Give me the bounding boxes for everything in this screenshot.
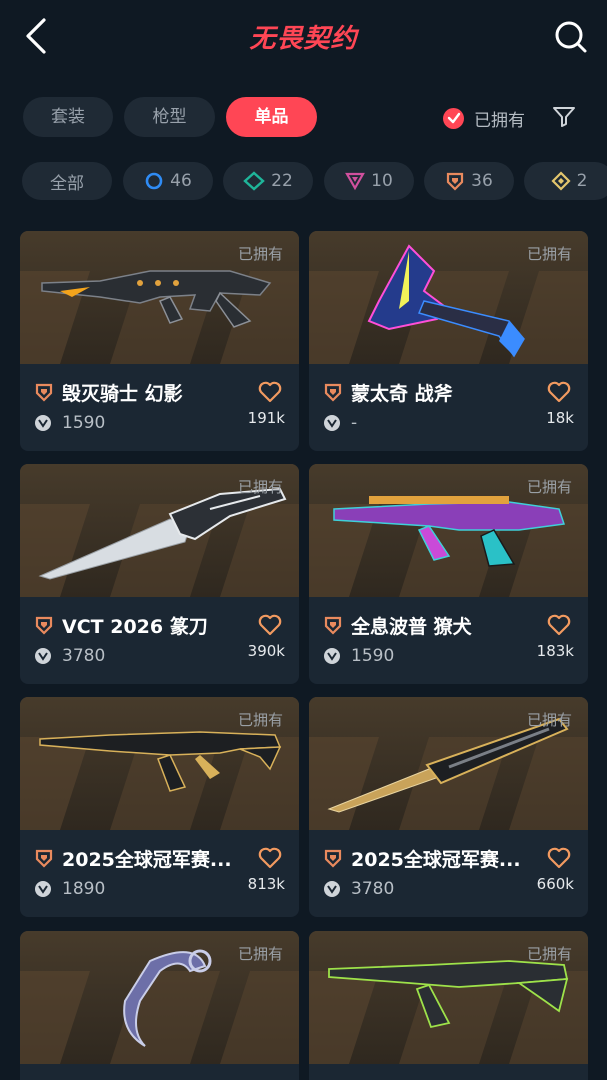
owned-filter-label: 已拥有 bbox=[474, 110, 525, 131]
exclusive-tier-icon bbox=[35, 616, 53, 635]
exclusive-tier-icon bbox=[324, 383, 342, 402]
skin-price: 3780 bbox=[351, 879, 395, 899]
vp-currency-icon bbox=[324, 415, 340, 431]
skin-name: 全息波普 獠犬 bbox=[351, 615, 472, 638]
exclusive-tier-icon bbox=[324, 849, 342, 868]
exclusive-tier-icon bbox=[35, 849, 53, 868]
owned-tag: 已拥有 bbox=[526, 245, 572, 263]
skin-card[interactable]: 已拥有 bbox=[309, 931, 588, 1080]
deluxe-tier-icon bbox=[243, 171, 265, 191]
chip-label: 36 bbox=[471, 171, 493, 191]
skin-card[interactable]: 已拥有 2025全球冠军赛... 3780 660k bbox=[309, 697, 588, 917]
tab-weapon-types[interactable]: 枪型 bbox=[124, 97, 215, 137]
search-button[interactable] bbox=[550, 16, 590, 56]
exclusive-tier-icon bbox=[447, 172, 464, 191]
header: 无畏契约 bbox=[0, 0, 607, 75]
skin-name: 2025全球冠军赛... bbox=[62, 848, 232, 871]
skin-card[interactable]: 已拥有 蒙太奇 战斧 - 18k bbox=[309, 231, 588, 451]
vp-currency-icon bbox=[35, 881, 51, 897]
heart-icon[interactable] bbox=[257, 845, 283, 871]
skin-name: 2025全球冠军赛... bbox=[351, 848, 521, 871]
skin-name: 毁灭骑士 幻影 bbox=[62, 382, 183, 405]
like-count: 660k bbox=[536, 875, 574, 893]
skin-card[interactable]: 已拥有 毁灭骑士 幻影 1590 191k bbox=[20, 231, 299, 451]
owned-filter-toggle[interactable]: 已拥有 bbox=[443, 104, 525, 132]
exclusive-tier-icon bbox=[35, 383, 53, 402]
chip-select-tier[interactable]: 46 bbox=[123, 162, 213, 200]
skin-image: 已拥有 bbox=[20, 464, 299, 597]
chip-exclusive-tier[interactable]: 36 bbox=[424, 162, 514, 200]
chip-label: 22 bbox=[271, 171, 293, 191]
chip-all[interactable]: 全部 bbox=[22, 162, 112, 200]
skin-image: 已拥有 bbox=[309, 931, 588, 1064]
search-icon bbox=[555, 21, 587, 53]
skin-image: 已拥有 bbox=[309, 464, 588, 597]
skin-price: 1890 bbox=[62, 879, 106, 899]
heart-icon[interactable] bbox=[546, 379, 572, 405]
chip-label: 10 bbox=[371, 171, 393, 191]
tab-bundles[interactable]: 套装 bbox=[23, 97, 113, 137]
skin-image: 已拥有 bbox=[20, 231, 299, 364]
skin-price: 3780 bbox=[62, 646, 106, 666]
like-count: 18k bbox=[546, 409, 574, 427]
chip-ultra-tier[interactable]: 2 bbox=[524, 162, 607, 200]
owned-tag: 已拥有 bbox=[237, 478, 283, 496]
heart-icon[interactable] bbox=[546, 845, 572, 871]
filter-button[interactable] bbox=[550, 102, 578, 130]
ultra-tier-icon bbox=[551, 171, 571, 191]
rarity-filter-bar: 全部 46 22 10 36 2 bbox=[22, 162, 607, 202]
owned-tag: 已拥有 bbox=[237, 711, 283, 729]
vp-currency-icon bbox=[35, 415, 51, 431]
like-count: 191k bbox=[247, 409, 285, 427]
chip-label: 46 bbox=[170, 171, 192, 191]
premium-tier-icon bbox=[345, 172, 366, 191]
owned-tag: 已拥有 bbox=[526, 478, 572, 496]
tab-items[interactable]: 单品 bbox=[226, 97, 317, 137]
like-count: 813k bbox=[247, 875, 285, 893]
skin-card[interactable]: 已拥有 bbox=[20, 931, 299, 1080]
checkbox-checked-icon bbox=[443, 107, 464, 129]
chip-label: 全部 bbox=[50, 173, 84, 194]
skin-price: - bbox=[351, 413, 358, 433]
heart-icon[interactable] bbox=[546, 612, 572, 638]
owned-tag: 已拥有 bbox=[237, 245, 283, 263]
owned-tag: 已拥有 bbox=[237, 945, 283, 963]
skin-price: 1590 bbox=[351, 646, 395, 666]
skin-image: 已拥有 bbox=[20, 931, 299, 1064]
skin-image: 已拥有 bbox=[309, 697, 588, 830]
page-title: 无畏契约 bbox=[249, 24, 358, 54]
chip-premium-tier[interactable]: 10 bbox=[324, 162, 414, 200]
owned-tag: 已拥有 bbox=[526, 945, 572, 963]
skin-image: 已拥有 bbox=[20, 697, 299, 830]
like-count: 390k bbox=[247, 642, 285, 660]
skin-name: 蒙太奇 战斧 bbox=[351, 382, 453, 405]
like-count: 183k bbox=[536, 642, 574, 660]
skin-card[interactable]: 已拥有 2025全球冠军赛... 1890 813k bbox=[20, 697, 299, 917]
filter-funnel-icon bbox=[553, 107, 575, 127]
select-tier-icon bbox=[145, 172, 163, 190]
skin-name: VCT 2026 篆刀 bbox=[62, 615, 208, 638]
heart-icon[interactable] bbox=[257, 379, 283, 405]
skin-card[interactable]: 已拥有 全息波普 獠犬 1590 183k bbox=[309, 464, 588, 684]
vp-currency-icon bbox=[35, 648, 51, 664]
skin-price: 1590 bbox=[62, 413, 106, 433]
chip-label: 2 bbox=[576, 171, 588, 191]
skin-image: 已拥有 bbox=[309, 231, 588, 364]
heart-icon[interactable] bbox=[257, 612, 283, 638]
vp-currency-icon bbox=[324, 881, 340, 897]
owned-tag: 已拥有 bbox=[526, 711, 572, 729]
chip-deluxe-tier[interactable]: 22 bbox=[223, 162, 313, 200]
skin-card[interactable]: 已拥有 VCT 2026 篆刀 3780 390k bbox=[20, 464, 299, 684]
exclusive-tier-icon bbox=[324, 616, 342, 635]
vp-currency-icon bbox=[324, 648, 340, 664]
